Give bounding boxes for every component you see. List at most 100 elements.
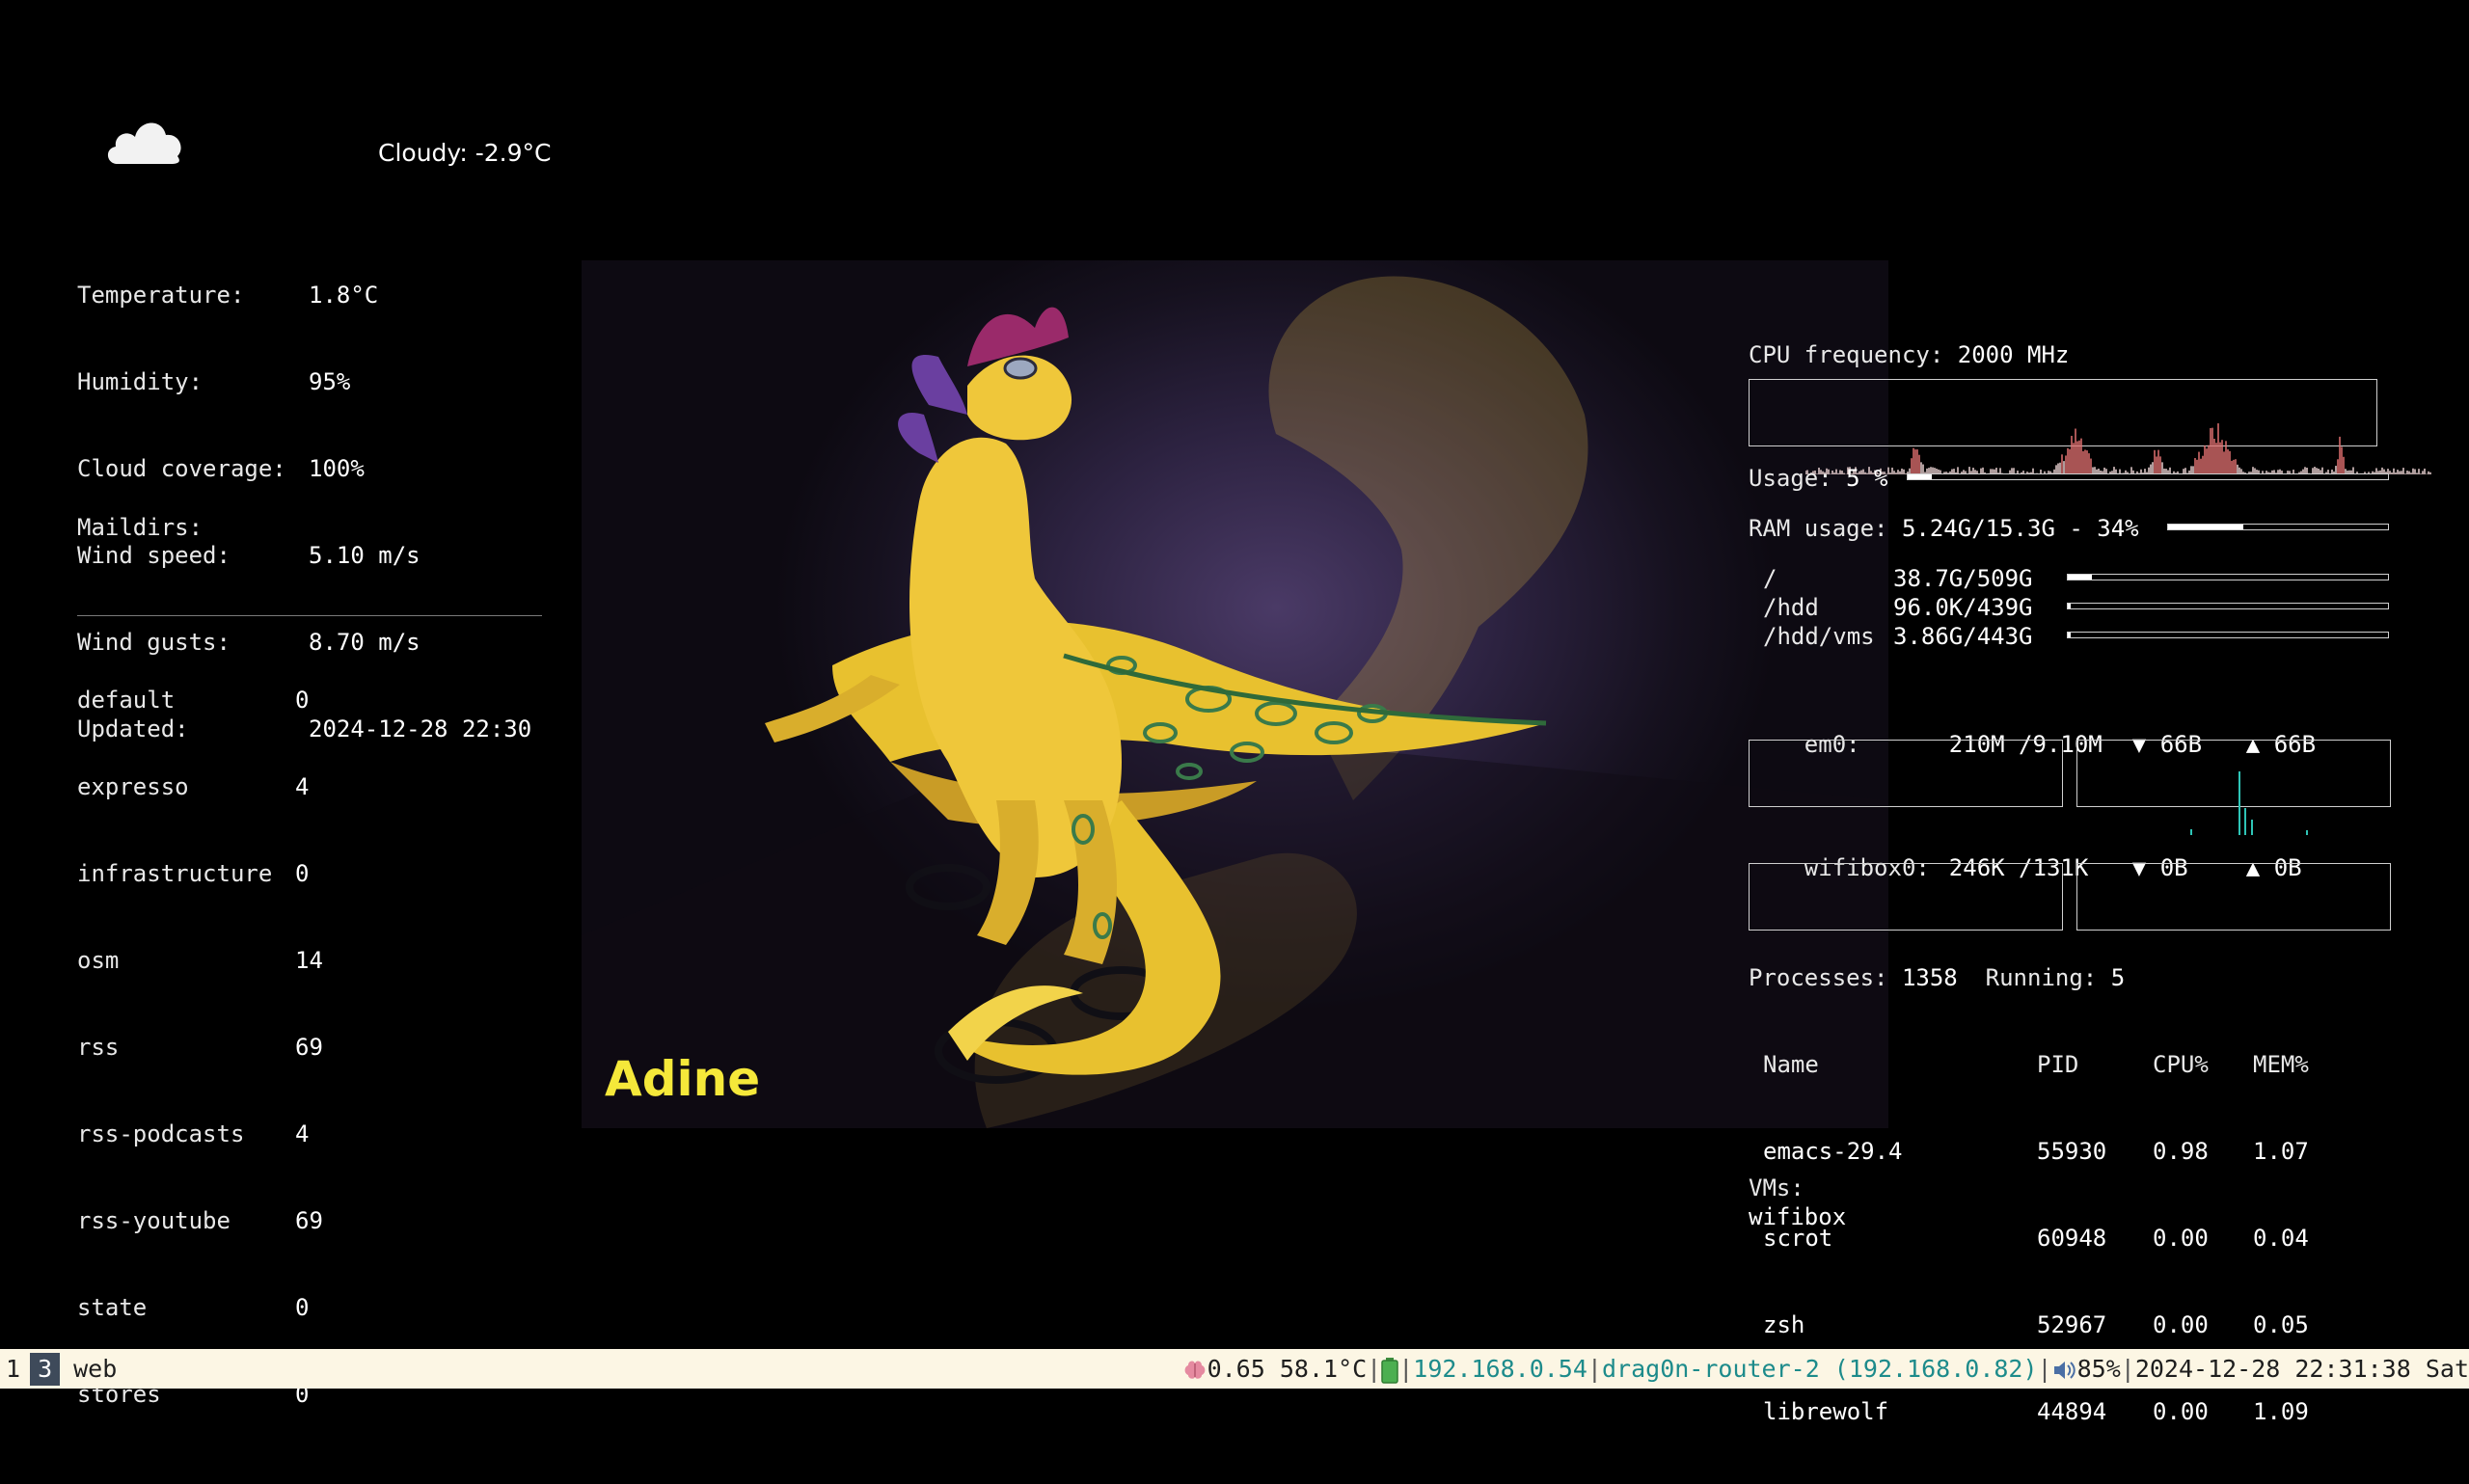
- maildir-item: rss 69: [77, 1033, 542, 1062]
- process-row: emacs-29.4 55930 0.98 1.07: [1749, 1137, 2340, 1166]
- maildir-item: osm 14: [77, 946, 542, 975]
- process-cpu: 0.00: [2153, 1398, 2209, 1425]
- cpu-history-plot: [1804, 423, 2431, 474]
- maildir-count: 0: [295, 860, 310, 887]
- disk-bar: [2067, 574, 2389, 580]
- process-row: zsh 52967 0.00 0.05: [1749, 1310, 2340, 1339]
- clock: 2024-12-28 22:31:38 Sat: [2134, 1355, 2469, 1383]
- processes-label: Processes:: [1749, 964, 1888, 991]
- process-mem: 0.04: [2253, 1225, 2309, 1252]
- maildir-count: 14: [295, 947, 323, 974]
- disk-row: /hdd/vms 3.86G/443G: [1763, 622, 2033, 651]
- cpu-frequency: CPU frequency: 2000 MHz: [1749, 340, 2069, 369]
- weather-value: 1.8°C: [309, 282, 379, 309]
- process-cpu: 0.98: [2153, 1138, 2209, 1165]
- process-name: zsh: [1763, 1311, 1805, 1338]
- process-row: librewolf 44894 0.00 1.09: [1749, 1397, 2340, 1426]
- ram-usage-value: 5.24G/15.3G - 34%: [1901, 515, 2139, 542]
- disk-usage: 38.7G/509G: [1893, 565, 2033, 592]
- weather-label: Temperature:: [77, 282, 245, 309]
- window-title: web: [73, 1355, 118, 1383]
- maildir-name: default: [77, 687, 176, 714]
- status-indicators: 0.65 58.1°C| |192.168.0.54|drag0n-router…: [1182, 1349, 2469, 1389]
- maildir-item: state 0: [77, 1293, 542, 1322]
- maildir-name: infrastructure: [77, 860, 273, 887]
- process-pid: 55930: [2037, 1138, 2107, 1165]
- process-pid: 52967: [2037, 1311, 2107, 1338]
- em0-down-graph: [1749, 740, 2063, 807]
- workspace-list: 1 3 web: [0, 1349, 117, 1389]
- cpu-usage: Usage: 5 %: [1749, 464, 1888, 493]
- wifibox0-up-graph: [2076, 863, 2391, 931]
- system-monitor: CPU frequency: 2000 MHz Usage: 5 % RAM u…: [1749, 340, 2431, 1440]
- maildirs-widget: Maildirs: default 0 expresso 4 infrastruct…: [77, 455, 542, 1438]
- divider: [77, 615, 542, 616]
- cpu-usage-bar: [1907, 473, 2389, 480]
- em0-up-graph: [2076, 740, 2391, 835]
- disk-bar-fill: [2068, 575, 2093, 580]
- process-name: librewolf: [1763, 1398, 1889, 1425]
- process-mem: 1.07: [2253, 1138, 2309, 1165]
- wallpaper-caption: Adine: [605, 1051, 761, 1107]
- ram-usage-bar-fill: [2168, 525, 2243, 529]
- weather-row: Temperature: 1.8°C: [77, 281, 531, 310]
- disk-mount: /hdd/vms: [1763, 623, 1875, 650]
- weather-row: Humidity: 95%: [77, 367, 531, 396]
- disk-bar: [2067, 603, 2389, 609]
- dragon-illustration: [582, 276, 1888, 1128]
- ram-usage-label: RAM usage:: [1749, 515, 1888, 542]
- processes-value: 1358: [1901, 964, 1958, 991]
- running-value: 5: [2110, 964, 2126, 991]
- cpu-usage-value: 5 %: [1846, 465, 1888, 492]
- disk-usage: 96.0K/439G: [1893, 594, 2033, 621]
- wifi-network: drag0n-router-2 (192.168.0.82): [1601, 1355, 2038, 1383]
- ip-address: 192.168.0.54: [1413, 1355, 1587, 1383]
- process-summary: Processes: 1358 Running: 5: [1749, 963, 2125, 992]
- disk-mount: /: [1763, 565, 1777, 592]
- maildir-name: rss: [77, 1034, 120, 1061]
- workspace-1[interactable]: 1: [0, 1349, 26, 1389]
- battery-icon: [1381, 1358, 1398, 1384]
- running-label: Running:: [1985, 964, 2098, 991]
- volume-level[interactable]: 85%: [2077, 1355, 2121, 1383]
- maildir-name: rss-podcasts: [77, 1120, 245, 1147]
- process-mem: 1.09: [2253, 1398, 2309, 1425]
- disk-bar-fill: [2068, 633, 2072, 637]
- cpu-usage-bar-fill: [1908, 474, 1932, 479]
- maildir-name: rss-youtube: [77, 1207, 231, 1234]
- col-mem: MEM%: [2253, 1051, 2309, 1078]
- maildir-name: osm: [77, 947, 120, 974]
- disk-usage: 3.86G/443G: [1893, 623, 2033, 650]
- process-table-header: Name PID CPU% MEM%: [1749, 1050, 2340, 1079]
- weather-label: Humidity:: [77, 368, 203, 395]
- cpu-graph: [1749, 379, 2431, 474]
- ram-usage: RAM usage: 5.24G/15.3G - 34%: [1749, 514, 2139, 543]
- vms-label: VMs:: [1749, 1174, 1804, 1201]
- process-pid: 60948: [2037, 1225, 2107, 1252]
- wallpaper-image: Adine: [582, 260, 1888, 1128]
- cloud-icon: [107, 122, 181, 164]
- maildir-name: expresso: [77, 773, 189, 800]
- disk-mount: /hdd: [1763, 594, 1819, 621]
- process-table: Name PID CPU% MEM% emacs-29.4 55930 0.98 1.07 …: [1749, 992, 2340, 1484]
- col-pid: PID: [2037, 1051, 2079, 1078]
- wifibox0-down-graph: [1749, 863, 2063, 931]
- brain-icon: [1184, 1361, 1205, 1379]
- weather-summary: Cloudy: -2.9°C: [378, 139, 552, 167]
- maildir-count: 0: [295, 1294, 310, 1321]
- weather-value: 95%: [309, 368, 351, 395]
- maildir-item: infrastructure 0: [77, 859, 542, 888]
- process-cpu: 0.00: [2153, 1225, 2209, 1252]
- status-bar: 1 3 web 0.65 58.1°C| |192.168.0.54|drag0…: [0, 1349, 2469, 1389]
- maildir-count: 69: [295, 1207, 323, 1234]
- workspace-3[interactable]: 3: [30, 1352, 61, 1386]
- cpu-usage-label: Usage:: [1749, 465, 1832, 492]
- maildir-count: 4: [295, 1120, 310, 1147]
- maildirs-title: Maildirs:: [77, 514, 203, 541]
- col-cpu: CPU%: [2153, 1051, 2209, 1078]
- col-name: Name: [1763, 1051, 1819, 1078]
- speaker-icon[interactable]: [2052, 1358, 2077, 1383]
- process-mem: 0.05: [2253, 1311, 2309, 1338]
- process-name: emacs-29.4: [1763, 1138, 1903, 1165]
- disk-row: /hdd 96.0K/439G: [1763, 593, 2033, 622]
